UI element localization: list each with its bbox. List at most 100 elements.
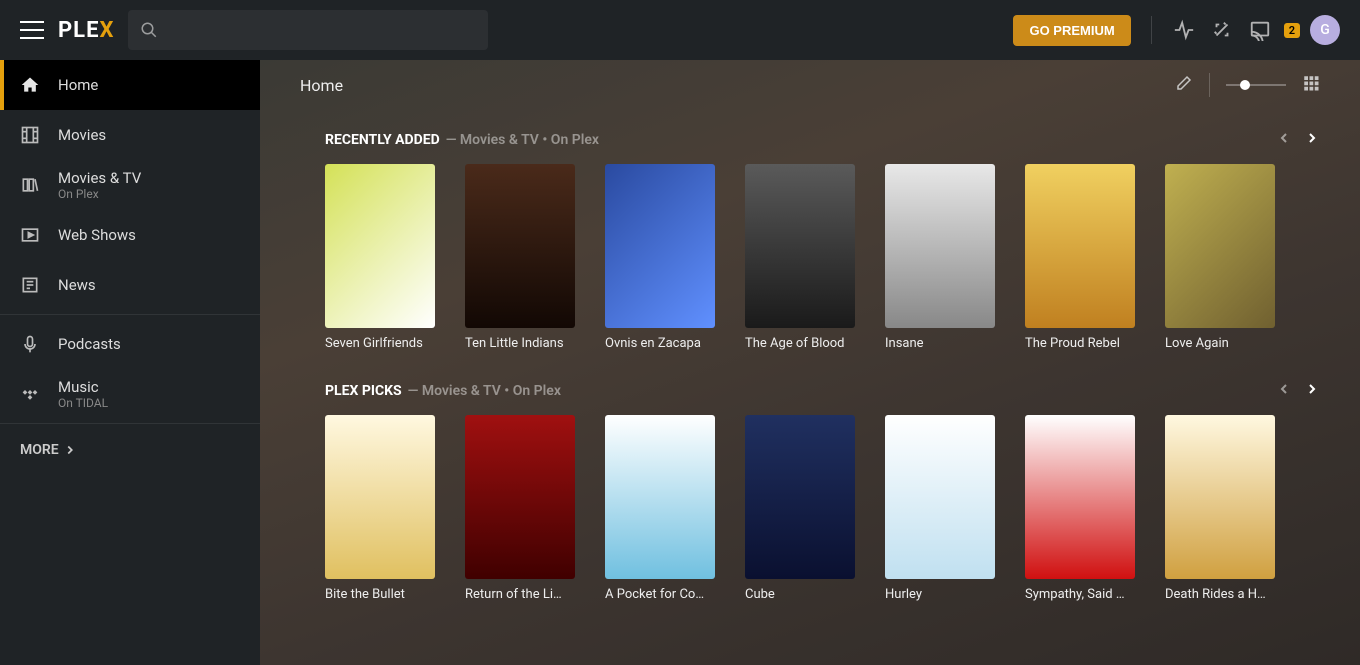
section-subtitle: — Movies & TV • On Plex	[446, 132, 599, 148]
sidebar-item-movies-tv[interactable]: Movies & TV On Plex	[0, 160, 260, 210]
search-icon	[140, 21, 158, 39]
carousel-row: Bite the Bullet Return of the Li… A Pock…	[325, 415, 1320, 602]
sidebar: Home Movies Movies & TV On Plex Web Show…	[0, 60, 260, 665]
carousel-next-icon[interactable]	[1304, 381, 1320, 401]
media-card[interactable]: Insane	[885, 164, 995, 351]
media-title: The Proud Rebel	[1025, 336, 1135, 351]
sidebar-item-label: Movies	[58, 126, 106, 144]
media-title: Love Again	[1165, 336, 1275, 351]
carousel-prev-icon[interactable]	[1276, 130, 1292, 150]
media-title: Sympathy, Said …	[1025, 587, 1135, 602]
section-plex-picks: PLEX PICKS — Movies & TV • On Plex Bite …	[325, 381, 1320, 602]
media-card[interactable]: Hurley	[885, 415, 995, 602]
poster-image	[1165, 164, 1275, 328]
main-content: Home RECENTLY ADDED — Movies & TV • On P…	[260, 60, 1360, 665]
sidebar-item-music[interactable]: Music On TIDAL	[0, 369, 260, 419]
sidebar-item-label: News	[58, 276, 96, 294]
sidebar-item-sublabel: On TIDAL	[58, 396, 108, 410]
media-title: Cube	[745, 587, 855, 602]
home-icon	[20, 75, 40, 95]
sidebar-item-sublabel: On Plex	[58, 187, 141, 201]
media-card[interactable]: Cube	[745, 415, 855, 602]
media-title: Insane	[885, 336, 995, 351]
media-title: Ten Little Indians	[465, 336, 575, 351]
settings-icon[interactable]	[1210, 18, 1234, 42]
carousel-row: Seven Girlfriends Ten Little Indians Ovn…	[325, 164, 1320, 351]
edit-icon[interactable]	[1175, 74, 1193, 96]
sidebar-item-label: Movies & TV	[58, 169, 141, 187]
divider	[1209, 73, 1210, 97]
hamburger-menu[interactable]	[20, 21, 44, 39]
carousel-prev-icon[interactable]	[1276, 381, 1292, 401]
carousel-next-icon[interactable]	[1304, 130, 1320, 150]
section-header: RECENTLY ADDED — Movies & TV • On Plex	[325, 130, 1320, 150]
sidebar-divider	[0, 314, 260, 315]
poster-image	[1025, 164, 1135, 328]
sidebar-item-label: Home	[58, 76, 98, 94]
news-icon	[20, 275, 40, 295]
cast-icon[interactable]	[1248, 18, 1272, 42]
plex-logo[interactable]: PLEX	[58, 18, 114, 43]
sidebar-item-home[interactable]: Home	[0, 60, 260, 110]
sidebar-item-label: Podcasts	[58, 335, 121, 353]
sidebar-item-label: Web Shows	[58, 226, 136, 244]
mic-icon	[20, 334, 40, 354]
media-card[interactable]: The Proud Rebel	[1025, 164, 1135, 351]
sidebar-more[interactable]: MORE	[0, 428, 260, 472]
top-bar: PLEX GO PREMIUM 2 G	[0, 0, 1360, 60]
library-icon	[20, 175, 40, 195]
media-title: Death Rides a H…	[1165, 587, 1275, 602]
media-card[interactable]: Death Rides a H…	[1165, 415, 1275, 602]
activity-icon[interactable]	[1172, 18, 1196, 42]
search-input[interactable]	[128, 10, 488, 50]
media-card[interactable]: Bite the Bullet	[325, 415, 435, 602]
sidebar-divider	[0, 423, 260, 424]
section-recently-added: RECENTLY ADDED — Movies & TV • On Plex S…	[325, 130, 1320, 351]
tidal-icon	[20, 384, 40, 404]
media-title: A Pocket for Co…	[605, 587, 715, 602]
section-title[interactable]: RECENTLY ADDED	[325, 132, 440, 148]
page-title: Home	[300, 76, 1159, 95]
media-title: Bite the Bullet	[325, 587, 435, 602]
sidebar-item-webshows[interactable]: Web Shows	[0, 210, 260, 260]
section-header: PLEX PICKS — Movies & TV • On Plex	[325, 381, 1320, 401]
poster-image	[605, 164, 715, 328]
poster-image	[605, 415, 715, 579]
media-card[interactable]: The Age of Blood	[745, 164, 855, 351]
grid-view-icon[interactable]	[1302, 74, 1320, 96]
poster-image	[325, 164, 435, 328]
section-title[interactable]: PLEX PICKS	[325, 383, 402, 399]
poster-image	[465, 415, 575, 579]
zoom-slider[interactable]	[1226, 84, 1286, 86]
media-card[interactable]: Sympathy, Said …	[1025, 415, 1135, 602]
poster-image	[325, 415, 435, 579]
poster-image	[885, 415, 995, 579]
media-title: Seven Girlfriends	[325, 336, 435, 351]
user-avatar[interactable]: G	[1310, 15, 1340, 45]
film-icon	[20, 125, 40, 145]
media-card[interactable]: Ten Little Indians	[465, 164, 575, 351]
sidebar-item-label: Music	[58, 378, 108, 396]
media-title: Return of the Li…	[465, 587, 575, 602]
media-card[interactable]: Seven Girlfriends	[325, 164, 435, 351]
poster-image	[885, 164, 995, 328]
go-premium-button[interactable]: GO PREMIUM	[1013, 15, 1130, 46]
zoom-slider-thumb[interactable]	[1240, 80, 1250, 90]
sidebar-item-podcasts[interactable]: Podcasts	[0, 319, 260, 369]
poster-image	[465, 164, 575, 328]
media-title: Hurley	[885, 587, 995, 602]
media-card[interactable]: Return of the Li…	[465, 415, 575, 602]
poster-image	[745, 164, 855, 328]
media-card[interactable]: Ovnis en Zacapa	[605, 164, 715, 351]
media-title: Ovnis en Zacapa	[605, 336, 715, 351]
poster-image	[1165, 415, 1275, 579]
poster-image	[1025, 415, 1135, 579]
sidebar-item-movies[interactable]: Movies	[0, 110, 260, 160]
chevron-right-icon	[63, 443, 77, 457]
poster-image	[745, 415, 855, 579]
main-header: Home	[260, 60, 1360, 110]
notification-badge[interactable]: 2	[1284, 23, 1300, 38]
media-card[interactable]: Love Again	[1165, 164, 1275, 351]
sidebar-item-news[interactable]: News	[0, 260, 260, 310]
media-card[interactable]: A Pocket for Co…	[605, 415, 715, 602]
